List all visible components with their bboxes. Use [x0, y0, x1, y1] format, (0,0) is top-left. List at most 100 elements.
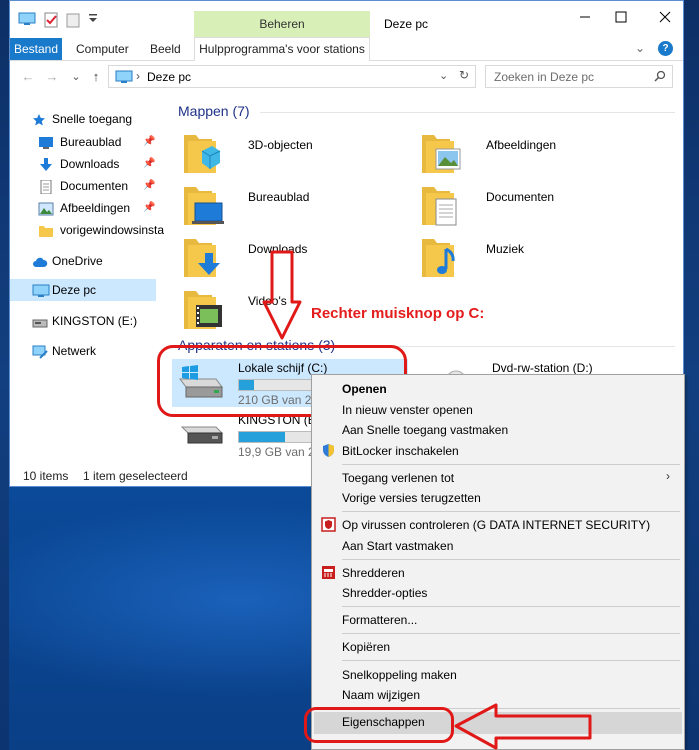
ribbon-expand-icon[interactable]: ⌄	[635, 41, 645, 55]
tab-drive-tools[interactable]: Hulpprogramma's voor stations	[194, 37, 370, 61]
pictures-folder-icon	[38, 201, 54, 216]
breadcrumb-separator: ›	[136, 69, 140, 83]
pin-icon[interactable]: 📌	[143, 131, 155, 153]
pictures-folder-icon	[420, 129, 462, 177]
menu-item-label: Shredderen	[342, 566, 405, 580]
downloads-folder-icon	[182, 233, 224, 281]
sidebar-item-label: Afbeeldingen	[60, 201, 131, 215]
menu-separator	[342, 464, 680, 465]
menu-item-pin-start[interactable]: Aan Start vastmaken	[314, 536, 682, 556]
menu-item-format[interactable]: Formatteren...	[314, 610, 682, 630]
this-pc-icon	[32, 283, 50, 297]
pin-icon[interactable]: 📌	[143, 175, 155, 197]
menu-item-create-shortcut[interactable]: Snelkoppeling maken	[314, 665, 682, 685]
folder-documents[interactable]: Documenten	[420, 181, 640, 231]
menu-item-label: Formatteren...	[342, 613, 418, 627]
up-icon[interactable]: ↑	[86, 67, 106, 87]
manage-context-tab[interactable]: Beheren	[194, 11, 370, 38]
menu-item-label: Openen	[342, 382, 387, 396]
sidebar-item-this-pc[interactable]: Deze pc	[10, 279, 156, 301]
sidebar-item-label: vorigewindowsinsta	[60, 223, 165, 237]
sidebar-item-label: Downloads	[60, 157, 120, 171]
desktop-edge-left	[0, 0, 9, 750]
sidebar-item-onedrive[interactable]: OneDrive	[10, 250, 156, 272]
properties-icon[interactable]	[43, 12, 59, 28]
selection-count: 1 item geselecteerd	[83, 469, 188, 483]
pin-icon[interactable]: 📌	[143, 197, 155, 219]
folder-pictures[interactable]: Afbeeldingen	[420, 129, 640, 179]
sidebar-item-documents[interactable]: Documenten 📌	[10, 175, 156, 197]
menu-item-copy[interactable]: Kopiëren	[314, 637, 682, 657]
3d-objects-folder-icon	[182, 129, 224, 177]
tab-computer[interactable]: Computer	[76, 38, 129, 60]
videos-folder-icon	[182, 285, 224, 333]
usb-drive-icon	[176, 417, 224, 456]
address-bar[interactable]: › Deze pc ⌄ ↻	[108, 65, 476, 88]
folder-label: Afbeeldingen	[486, 138, 557, 152]
menu-item-shredder-options[interactable]: Shredder-opties	[314, 583, 682, 603]
menu-item-label: Aan Start vastmaken	[342, 539, 454, 553]
menu-item-open[interactable]: Openen	[314, 379, 682, 399]
menu-item-label: Kopiëren	[342, 640, 391, 654]
address-dropdown-icon[interactable]: ⌄	[439, 69, 448, 82]
desktop-folder-icon	[38, 135, 54, 149]
menu-separator	[342, 511, 680, 512]
chevron-right-icon: ›	[666, 469, 670, 483]
menu-separator	[342, 559, 680, 560]
back-icon[interactable]: ←	[18, 67, 38, 87]
menu-item-bitlocker[interactable]: BitLocker inschakelen	[314, 441, 682, 461]
tab-file[interactable]: Bestand	[10, 38, 62, 60]
documents-folder-icon	[38, 179, 54, 195]
cloud-icon	[32, 254, 48, 268]
sidebar-item-label: Netwerk	[52, 344, 97, 358]
shield-icon	[321, 443, 336, 458]
menu-item-give-access[interactable]: Toegang verlenen tot ›	[314, 468, 682, 488]
folders-group-header[interactable]: Mappen (7)	[178, 103, 250, 119]
folder-label: Documenten	[486, 190, 555, 204]
menu-item-label: Toegang verlenen tot	[342, 471, 455, 485]
folder-3d-objects[interactable]: 3D-objecten	[182, 129, 402, 179]
this-pc-icon	[18, 12, 36, 28]
folder-music[interactable]: Muziek	[420, 233, 640, 283]
window-title: Deze pc	[384, 17, 429, 31]
sidebar-item-quick-access[interactable]: Snelle toegang	[10, 108, 156, 130]
navigation-bar: ← → ⌄ ↑ › Deze pc ⌄ ↻ Zoeken in Deze pc	[10, 62, 683, 92]
menu-item-open-new-window[interactable]: In nieuw venster openen	[314, 400, 682, 420]
folder-desktop[interactable]: Bureaublad	[182, 181, 402, 231]
menu-item-label: BitLocker inschakelen	[342, 444, 459, 458]
sidebar-item-label: Documenten	[60, 179, 129, 193]
new-folder-icon[interactable]	[65, 12, 81, 28]
search-icon	[654, 70, 666, 85]
sidebar-item-label: KINGSTON (E:)	[52, 314, 138, 328]
forward-icon[interactable]: →	[42, 67, 62, 87]
close-button[interactable]	[650, 11, 680, 33]
folder-label: 3D-objecten	[248, 138, 313, 152]
pin-icon[interactable]: 📌	[143, 153, 155, 175]
menu-item-virus-scan[interactable]: Op virussen controleren (G DATA INTERNET…	[314, 515, 682, 535]
arrow-left-annotation	[454, 703, 592, 750]
sidebar-item-desktop[interactable]: Bureaublad 📌	[10, 131, 156, 153]
menu-item-shred[interactable]: Shredderen	[314, 563, 682, 583]
menu-separator	[342, 660, 680, 661]
qat-customize-icon[interactable]	[88, 12, 102, 28]
maximize-button[interactable]	[606, 11, 636, 33]
drive-usage-fill	[239, 432, 285, 442]
tab-view[interactable]: Beeld	[150, 38, 181, 60]
help-icon[interactable]: ?	[658, 41, 673, 56]
sidebar-item-downloads[interactable]: Downloads 📌	[10, 153, 156, 175]
menu-item-pin-quick-access[interactable]: Aan Snelle toegang vastmaken	[314, 420, 682, 440]
search-box[interactable]: Zoeken in Deze pc	[485, 65, 673, 88]
menu-item-restore-versions[interactable]: Vorige versies terugzetten	[314, 488, 682, 508]
menu-item-label: Naam wijzigen	[342, 688, 421, 702]
refresh-icon[interactable]: ↻	[459, 68, 469, 82]
desktop-folder-icon	[182, 181, 225, 229]
sidebar-item-folder[interactable]: vorigewindowsinsta	[10, 219, 164, 241]
menu-item-label: In nieuw venster openen	[342, 403, 473, 417]
menu-item-label: Vorige versies terugzetten	[342, 491, 481, 505]
sidebar-item-pictures[interactable]: Afbeeldingen 📌	[10, 197, 156, 219]
sidebar-item-usb[interactable]: KINGSTON (E:)	[10, 310, 156, 332]
minimize-button[interactable]	[570, 11, 600, 33]
recent-locations-icon[interactable]: ⌄	[66, 67, 86, 87]
sidebar-item-network[interactable]: Netwerk	[10, 340, 156, 362]
group-divider	[260, 112, 675, 113]
